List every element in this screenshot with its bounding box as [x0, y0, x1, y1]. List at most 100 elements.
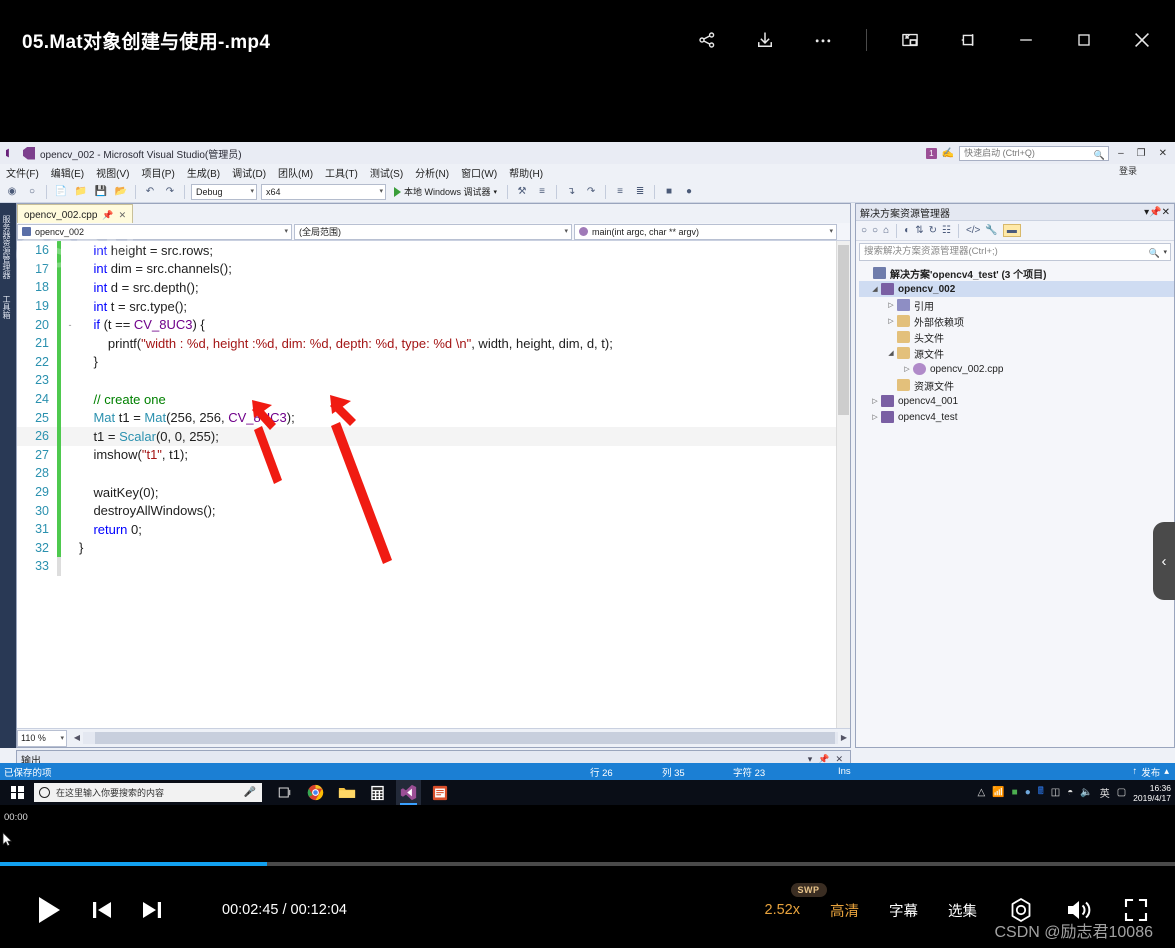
chevron-up-icon[interactable]: ▴ — [1164, 766, 1169, 777]
undo-icon[interactable]: ↶ — [142, 184, 158, 200]
task-view-icon[interactable] — [272, 780, 297, 805]
code-line[interactable]: 22 } — [17, 352, 850, 372]
expand-arrow[interactable]: ▷ — [869, 413, 881, 421]
save-all-icon[interactable]: 📂 — [113, 184, 129, 200]
chrome-icon[interactable] — [303, 780, 328, 805]
code-line[interactable]: 20 - if (t == CV_8UC3) { — [17, 315, 850, 334]
playback-speed-control[interactable]: 2.52x SWP — [765, 883, 827, 918]
show-hidden-icons-arrow[interactable]: △ — [978, 787, 986, 798]
code-line[interactable]: 24 // create one — [17, 389, 850, 409]
collapse-all-icon[interactable]: ☷ — [942, 225, 951, 236]
properties-icon[interactable]: 🔧 — [985, 225, 997, 236]
code-line[interactable]: 25 Mat t1 = Mat(256, 256, CV_8UC3); — [17, 408, 850, 427]
close-icon[interactable] — [1127, 25, 1157, 55]
vs-minimize-button[interactable]: – — [1114, 148, 1128, 159]
more-options-icon[interactable] — [808, 25, 838, 55]
rail-tab-server-explorer[interactable]: 服务器资源管理器 — [0, 211, 13, 283]
new-project-icon[interactable]: 📄 — [53, 184, 69, 200]
security-icon[interactable]: ● — [1025, 787, 1031, 798]
config-dropdown[interactable]: Debug — [191, 183, 257, 200]
tree-item-source-files[interactable]: ◢ 源文件 — [859, 345, 1174, 361]
editor-zoom-dropdown[interactable]: 110 % — [17, 729, 67, 747]
tree-item-external-dependencies[interactable]: ▷ 外部依赖项 — [859, 313, 1174, 329]
microphone-icon[interactable]: 🎤 — [244, 787, 256, 798]
process-icon[interactable]: ⚒ — [514, 184, 530, 200]
expand-arrow[interactable]: ▷ — [869, 397, 881, 405]
code-line[interactable]: 28 — [17, 464, 850, 483]
menu-item-window[interactable]: 窗口(W) — [461, 165, 497, 180]
tree-item-opencv4-test[interactable]: ▷ opencv4_test — [859, 409, 1174, 425]
quick-launch-input[interactable]: 快速启动 (Ctrl+Q) 🔍 — [959, 145, 1110, 161]
play-button[interactable] — [34, 894, 64, 926]
code-line[interactable]: 17 int dim = src.channels(); — [17, 259, 850, 279]
notification-badge[interactable]: 1 — [926, 147, 937, 159]
code-line[interactable]: 31 return 0; — [17, 519, 850, 539]
bookmark-icon[interactable]: ■ — [661, 184, 677, 200]
quality-button[interactable]: 高清 — [830, 900, 859, 921]
navigate-forward-icon[interactable]: ○ — [24, 184, 40, 200]
uncomment-icon[interactable]: ≣ — [632, 184, 648, 200]
thread-icon[interactable]: ≡ — [534, 184, 550, 200]
menu-item-edit[interactable]: 编辑(E) — [51, 165, 84, 180]
menu-item-team[interactable]: 团队(M) — [278, 165, 313, 180]
expand-arrow[interactable]: ◢ — [885, 349, 897, 357]
code-line[interactable]: 23 — [17, 371, 850, 390]
code-line[interactable]: 27 imshow("t1", t1); — [17, 445, 850, 465]
home-icon[interactable]: ⌂ — [883, 225, 889, 236]
menu-item-tools[interactable]: 工具(T) — [325, 165, 358, 180]
start-debug-button[interactable]: 本地 Windows 调试器 ▾ — [390, 185, 501, 198]
taskbar-clock[interactable]: 16:36 2019/4/17 — [1133, 783, 1171, 803]
status-publish[interactable]: ↑ 发布 ▴ — [1132, 765, 1169, 779]
vs-signin-label[interactable]: 登录 — [1119, 164, 1137, 177]
calculator-icon[interactable] — [365, 780, 390, 805]
maximize-icon[interactable] — [1069, 25, 1099, 55]
editor-tab-opencv002-cpp[interactable]: opencv_002.cpp 📌 ✕ — [17, 204, 134, 223]
close-icon[interactable]: ✕ — [1162, 207, 1170, 218]
refresh-icon[interactable]: ↻ — [929, 225, 937, 236]
editor-vertical-scrollbar[interactable] — [836, 241, 850, 728]
video-content-area[interactable]: opencv_002 - Microsoft Visual Studio(管理员… — [0, 80, 1175, 805]
playback-speed-value[interactable]: 2.52x — [765, 902, 800, 918]
breakpoint-icon[interactable]: ● — [681, 184, 697, 200]
previous-button[interactable] — [90, 898, 114, 922]
video-progress-bar[interactable] — [0, 862, 1175, 866]
sidebar-collapse-handle[interactable]: ‹ — [1153, 522, 1175, 600]
vs-close-button[interactable]: ✕ — [1155, 148, 1171, 159]
taskbar-search-input[interactable]: 在这里输入你要搜索的内容 🎤 — [34, 783, 262, 802]
download-icon[interactable] — [750, 25, 780, 55]
power-icon[interactable]: ◫ — [1051, 787, 1060, 798]
solution-search-input[interactable]: 搜索解决方案资源管理器(Ctrl+;) 🔍 ▾ — [859, 243, 1171, 261]
menu-item-project[interactable]: 项目(P) — [141, 165, 174, 180]
rail-tab-toolbox[interactable]: 工具箱 — [0, 291, 13, 323]
tree-item-solution[interactable]: 解决方案'opencv4_test' (3 个项目) — [859, 265, 1174, 281]
subtitle-button[interactable]: 字幕 — [889, 900, 918, 921]
wps-icon[interactable] — [427, 780, 452, 805]
tree-item-references[interactable]: ▷ 引用 — [859, 297, 1174, 313]
navigate-back-icon[interactable]: ◉ — [4, 184, 20, 200]
nav-project-dropdown[interactable]: opencv_002 — [17, 223, 292, 240]
tree-item-opencv4-001[interactable]: ▷ opencv4_001 — [859, 393, 1174, 409]
code-line[interactable]: 21 printf("width : %d, height :%d, dim: … — [17, 333, 850, 353]
scrollbar-thumb[interactable] — [95, 732, 835, 744]
start-button[interactable] — [0, 780, 34, 805]
feedback-icon[interactable]: ✍ — [942, 148, 954, 159]
volume-icon[interactable]: 🔈 — [1080, 787, 1092, 798]
menu-item-analyze[interactable]: 分析(N) — [415, 165, 449, 180]
show-all-files-icon[interactable]: </> — [966, 225, 980, 236]
file-explorer-icon[interactable] — [334, 780, 359, 805]
menu-item-debug[interactable]: 调试(D) — [232, 165, 266, 180]
battery-icon[interactable]: ■ — [1012, 787, 1018, 798]
step-over-icon[interactable]: ↷ — [583, 184, 599, 200]
code-line[interactable]: 16 int height = src.rows; — [17, 241, 850, 260]
tree-item-opencv-002-cpp[interactable]: ▷ opencv_002.cpp — [859, 361, 1174, 377]
platform-dropdown[interactable]: x64 — [261, 183, 386, 200]
pin-icon[interactable]: 📌 — [102, 210, 113, 221]
expand-arrow[interactable]: ◢ — [869, 285, 881, 293]
code-line[interactable]: 33 — [17, 557, 850, 576]
menu-item-view[interactable]: 视图(V) — [96, 165, 129, 180]
comment-icon[interactable]: ≡ — [612, 184, 628, 200]
tree-item-resource-files[interactable]: 资源文件 — [859, 377, 1174, 393]
menu-item-help[interactable]: 帮助(H) — [509, 165, 543, 180]
expand-arrow[interactable]: ▷ — [885, 317, 897, 325]
minimize-icon[interactable] — [1011, 25, 1041, 55]
